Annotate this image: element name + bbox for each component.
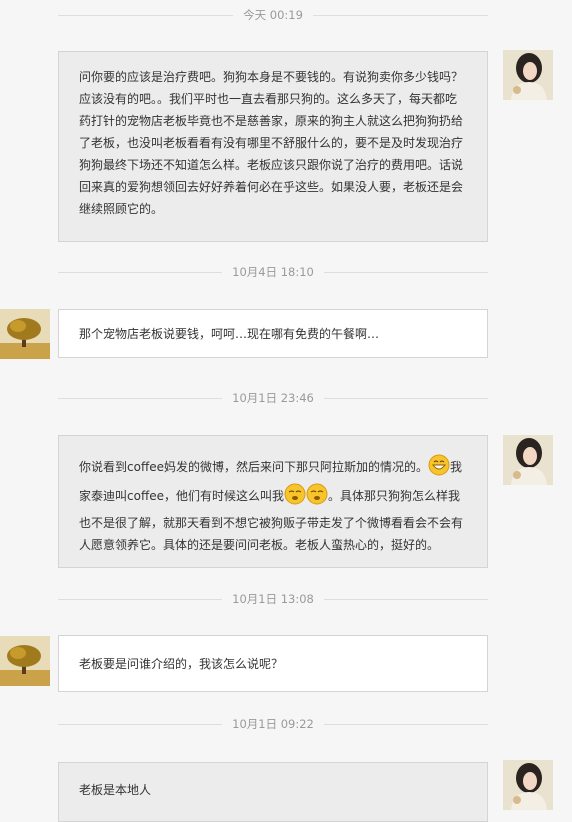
avatar[interactable] — [0, 309, 50, 359]
timestamp: 今天 00:19 — [243, 8, 303, 22]
message-bubble-sent: 老板是本地人 — [58, 762, 488, 822]
timestamp-divider: 10月1日 09:22 — [58, 715, 488, 733]
girl-avatar-icon — [503, 760, 553, 810]
message-bubble-received: 那个宠物店老板说要钱，呵呵…现在哪有免费的午餐啊… — [58, 309, 488, 358]
timestamp: 10月4日 18:10 — [232, 265, 314, 279]
girl-avatar-icon — [503, 50, 553, 100]
tree-avatar-icon — [0, 636, 50, 686]
grin-emoji-icon — [428, 454, 450, 483]
message-text: 那个宠物店老板说要钱，呵呵…现在哪有免费的午餐啊… — [79, 326, 380, 341]
timestamp-divider: 10月1日 13:08 — [58, 590, 488, 608]
avatar[interactable] — [503, 760, 553, 810]
message-text: 问你要的应该是治疗费吧。狗狗本身是不要钱的。有说狗卖你多少钱吗？应该没有的吧。。… — [79, 70, 464, 216]
avatar[interactable] — [503, 435, 553, 485]
timestamp: 10月1日 13:08 — [232, 592, 314, 606]
message-bubble-sent: 你说看到coffee妈发的微博，然后来问下那只阿拉斯加的情况的。 我家泰迪叫cof… — [58, 435, 488, 568]
avatar[interactable] — [503, 50, 553, 100]
message-bubble-sent: 问你要的应该是治疗费吧。狗狗本身是不要钱的。有说狗卖你多少钱吗？应该没有的吧。。… — [58, 51, 488, 242]
timestamp: 10月1日 23:46 — [232, 391, 314, 405]
shy-emoji-icon — [284, 483, 306, 512]
timestamp: 10月1日 09:22 — [232, 717, 314, 731]
message-bubble-received: 老板要是问谁介绍的，我该怎么说呢？ — [58, 635, 488, 692]
timestamp-divider: 10月4日 18:10 — [58, 263, 488, 281]
girl-avatar-icon — [503, 435, 553, 485]
message-text: 老板是本地人 — [79, 783, 152, 797]
avatar[interactable] — [0, 636, 50, 686]
tree-avatar-icon — [0, 309, 50, 359]
message-text: 你说看到coffee妈发的微博，然后来问下那只阿拉斯加的情况的。 — [79, 460, 428, 474]
shy-emoji-icon — [306, 483, 328, 512]
message-text: 老板要是问谁介绍的，我该怎么说呢？ — [79, 656, 284, 671]
timestamp-divider: 今天 00:19 — [58, 6, 489, 24]
timestamp-divider: 10月1日 23:46 — [58, 389, 488, 407]
